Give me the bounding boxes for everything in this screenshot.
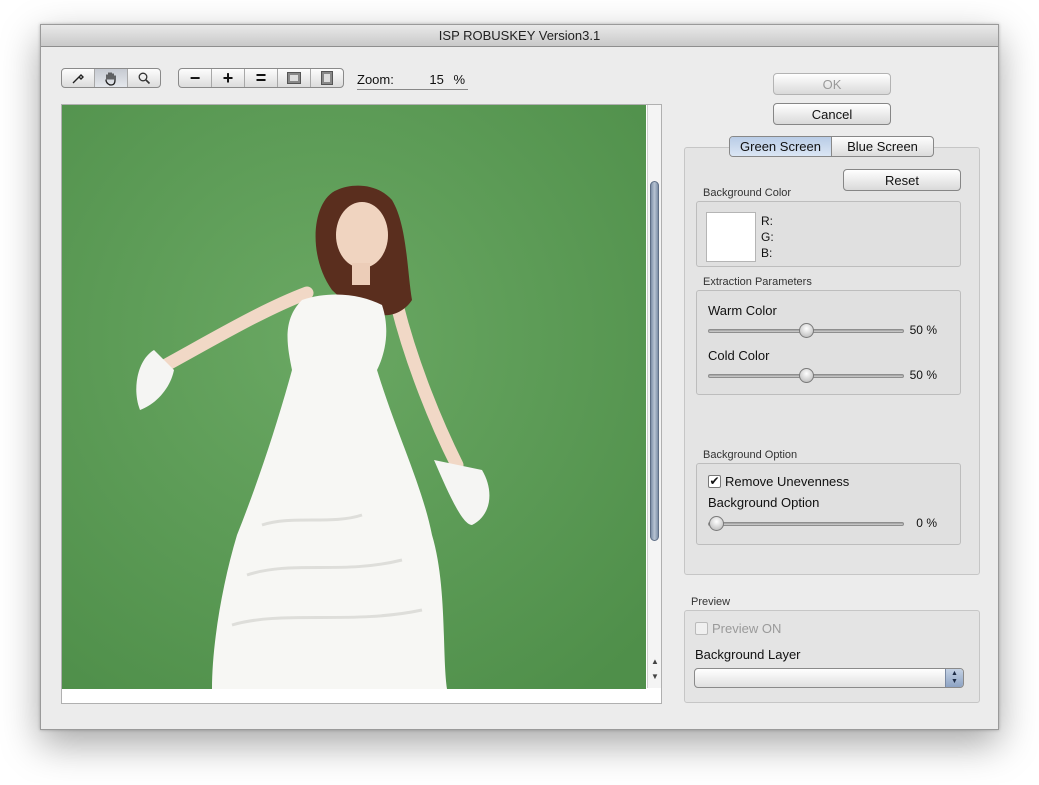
- b-label: B:: [761, 246, 773, 260]
- zoom-out-icon: −: [189, 68, 201, 88]
- main-window: ISP ROBUSKEY Version3.1 − + = Zoom: 15 %: [40, 24, 999, 730]
- background-color-swatch[interactable]: [706, 212, 756, 262]
- background-layer-label: Background Layer: [695, 647, 801, 662]
- background-option-caption: Background Option: [703, 449, 798, 461]
- hand-icon: [105, 71, 116, 86]
- g-label: G:: [761, 230, 774, 244]
- background-option-box: ✔ Remove Unevenness Background Option 0 …: [696, 463, 961, 545]
- image-canvas[interactable]: ▲ ▼: [61, 104, 662, 704]
- cancel-button[interactable]: Cancel: [773, 103, 891, 125]
- scroll-down-icon[interactable]: ▼: [649, 672, 661, 681]
- zoom-value: 15: [429, 72, 444, 87]
- actual-size-icon: =: [255, 68, 267, 88]
- background-layer-select[interactable]: ▲ ▼: [694, 668, 964, 688]
- warm-color-slider-knob[interactable]: [799, 323, 814, 338]
- fit-window-button[interactable]: [278, 69, 311, 87]
- select-arrows-icon: ▲ ▼: [945, 669, 963, 687]
- warm-color-value: 50 %: [909, 323, 937, 337]
- actual-size-button[interactable]: =: [245, 69, 278, 87]
- tab-green-screen[interactable]: Green Screen: [730, 137, 832, 156]
- extraction-parameters-caption: Extraction Parameters: [703, 276, 812, 288]
- preview-on-checkbox[interactable]: [695, 622, 708, 635]
- photo-preview: [62, 105, 646, 689]
- zoom-out-button[interactable]: −: [179, 69, 212, 87]
- preview-caption: Preview: [691, 596, 731, 608]
- eyedropper-icon: [72, 74, 84, 84]
- r-label: R:: [761, 214, 773, 228]
- eyedropper-tool-button[interactable]: [62, 69, 95, 87]
- background-option-label: Background Option: [708, 495, 820, 510]
- zoom-tool-button[interactable]: [128, 69, 160, 87]
- zoom-field[interactable]: 15 %: [357, 72, 468, 90]
- cold-color-slider-knob[interactable]: [799, 368, 814, 383]
- background-option-slider[interactable]: [708, 522, 904, 526]
- fit-window-icon: [287, 72, 301, 84]
- background-option-slider-knob[interactable]: [709, 516, 724, 531]
- extraction-parameters-box: Warm Color 50 % Cold Color 50 %: [696, 290, 961, 395]
- screen-type-tabs: Green Screen Blue Screen: [729, 136, 934, 157]
- hand-tool-button[interactable]: [95, 69, 128, 87]
- window-title: ISP ROBUSKEY Version3.1: [41, 25, 998, 47]
- remove-unevenness-label: Remove Unevenness: [725, 474, 850, 489]
- preview-panel: Preview ON Background Layer ▲ ▼: [684, 610, 980, 703]
- cold-color-label: Cold Color: [708, 348, 770, 363]
- zoom-in-button[interactable]: +: [212, 69, 245, 87]
- background-option-value: 0 %: [916, 516, 937, 530]
- zoom-in-icon: +: [222, 68, 234, 88]
- zoom-controls: − + =: [178, 68, 344, 88]
- background-color-caption: Background Color: [703, 187, 792, 199]
- cold-color-value: 50 %: [909, 368, 937, 382]
- magnifier-icon: [138, 72, 151, 85]
- scroll-thumb[interactable]: [650, 181, 659, 541]
- zoom-unit: %: [453, 72, 465, 87]
- preview-on-label: Preview ON: [712, 621, 782, 636]
- remove-unevenness-checkbox[interactable]: ✔: [708, 475, 721, 488]
- background-color-box: R: G: B:: [696, 201, 961, 267]
- scroll-up-icon[interactable]: ▲: [649, 657, 661, 666]
- warm-color-label: Warm Color: [708, 303, 777, 318]
- tool-selector: [61, 68, 161, 88]
- tab-blue-screen[interactable]: Blue Screen: [832, 137, 933, 156]
- fill-window-button[interactable]: [311, 69, 343, 87]
- ok-button[interactable]: OK: [773, 73, 891, 95]
- vertical-scrollbar[interactable]: ▲ ▼: [647, 105, 661, 688]
- reset-button[interactable]: Reset: [843, 169, 961, 191]
- fill-window-icon: [321, 71, 333, 85]
